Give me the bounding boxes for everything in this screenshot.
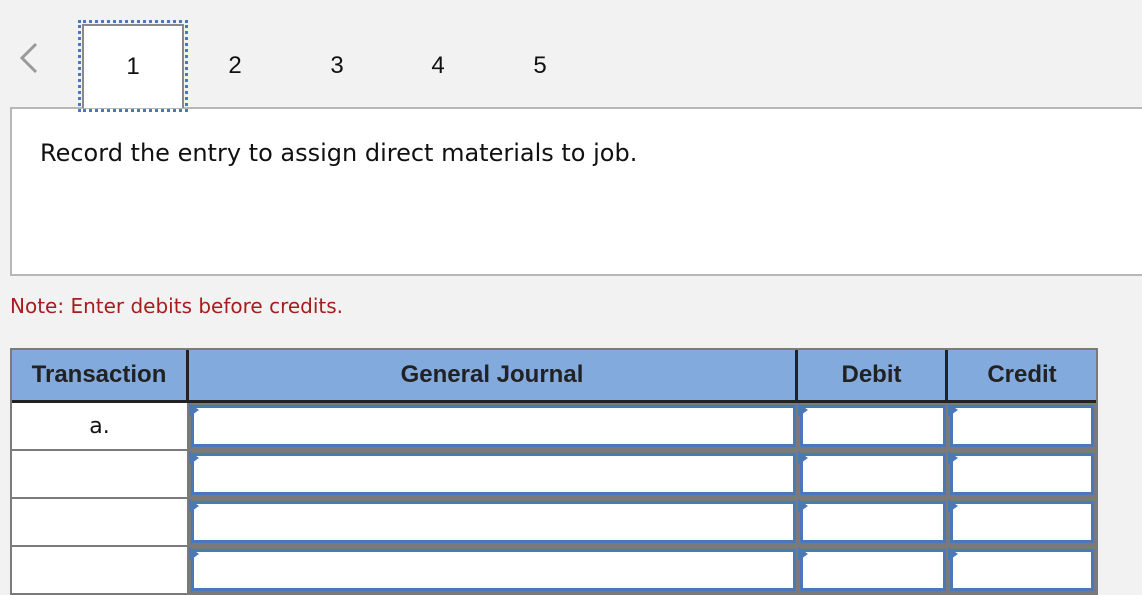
header-debit: Debit <box>798 350 948 400</box>
dropdown-indicator-icon <box>189 403 199 417</box>
account-dropdown[interactable] <box>189 547 798 593</box>
transaction-cell <box>12 499 189 545</box>
account-dropdown[interactable] <box>189 403 798 449</box>
table-row <box>12 547 1096 595</box>
debit-input[interactable] <box>800 501 946 543</box>
credit-input[interactable] <box>950 453 1094 495</box>
credit-input[interactable] <box>950 405 1094 447</box>
cell-marker-icon <box>798 403 808 417</box>
table-row <box>12 499 1096 547</box>
table-row: a. <box>12 403 1096 451</box>
account-dropdown[interactable] <box>189 499 798 545</box>
transaction-cell <box>12 451 189 497</box>
credit-field[interactable] <box>948 499 1096 545</box>
table-header: Transaction General Journal Debit Credit <box>12 350 1096 403</box>
transaction-cell: a. <box>12 403 189 449</box>
dropdown-indicator-icon <box>189 547 199 561</box>
cell-marker-icon <box>948 499 958 513</box>
tab-label: 2 <box>228 52 242 79</box>
instruction-note: Note: Enter debits before credits. <box>10 294 344 318</box>
account-dropdown[interactable] <box>189 451 798 497</box>
credit-input[interactable] <box>950 549 1094 591</box>
cell-marker-icon <box>798 451 808 465</box>
dropdown-indicator-icon <box>189 499 199 513</box>
credit-field[interactable] <box>948 403 1096 449</box>
account-input[interactable] <box>191 549 796 591</box>
transaction-cell <box>12 547 189 593</box>
tab-label: 3 <box>330 52 344 79</box>
cell-marker-icon <box>798 547 808 561</box>
table-row <box>12 451 1096 499</box>
journal-table: Transaction General Journal Debit Credit… <box>10 348 1098 595</box>
credit-field[interactable] <box>948 451 1096 497</box>
tab-2[interactable]: 2 <box>184 24 286 108</box>
credit-field[interactable] <box>948 547 1096 593</box>
header-transaction: Transaction <box>12 350 189 400</box>
tab-1[interactable]: 1 <box>78 20 188 112</box>
debit-field[interactable] <box>798 547 948 593</box>
debit-input[interactable] <box>800 453 946 495</box>
account-input[interactable] <box>191 501 796 543</box>
question-panel: Record the entry to assign direct materi… <box>10 107 1142 276</box>
account-input[interactable] <box>191 405 796 447</box>
tab-5[interactable]: 5 <box>489 24 591 108</box>
tab-label: 1 <box>126 53 140 80</box>
tab-4[interactable]: 4 <box>387 24 489 108</box>
chevron-left-icon <box>19 42 38 74</box>
credit-input[interactable] <box>950 501 1094 543</box>
cell-marker-icon <box>948 547 958 561</box>
tab-3[interactable]: 3 <box>286 24 388 108</box>
debit-field[interactable] <box>798 499 948 545</box>
cell-marker-icon <box>798 499 808 513</box>
debit-field[interactable] <box>798 403 948 449</box>
cell-marker-icon <box>948 451 958 465</box>
debit-input[interactable] <box>800 405 946 447</box>
cell-marker-icon <box>948 403 958 417</box>
header-general-journal: General Journal <box>189 350 798 400</box>
debit-input[interactable] <box>800 549 946 591</box>
dropdown-indicator-icon <box>189 451 199 465</box>
tab-label: 5 <box>533 52 547 79</box>
account-input[interactable] <box>191 453 796 495</box>
tab-label: 4 <box>431 52 445 79</box>
debit-field[interactable] <box>798 451 948 497</box>
header-credit: Credit <box>987 361 1057 388</box>
question-text: Record the entry to assign direct materi… <box>40 139 638 167</box>
previous-button[interactable] <box>14 40 44 76</box>
